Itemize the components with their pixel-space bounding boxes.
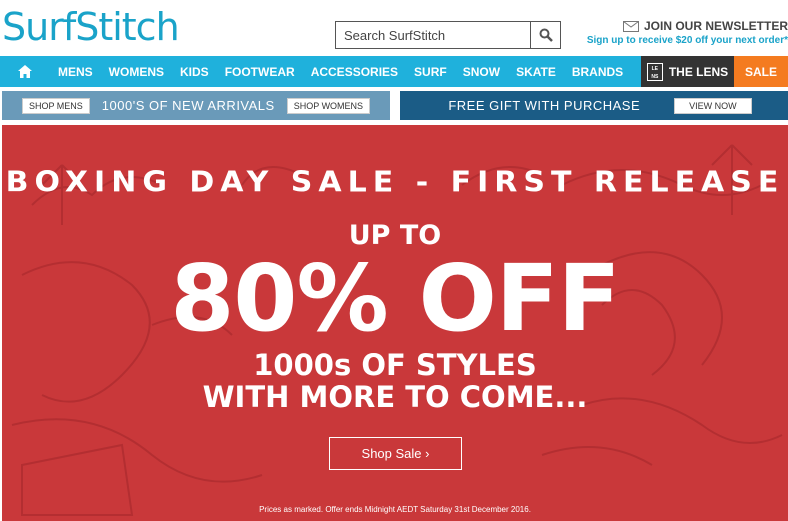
- nav-item-snow[interactable]: SNOW: [455, 56, 508, 87]
- nav-item-mens[interactable]: MENS: [50, 56, 101, 87]
- nav-item-footwear[interactable]: FOOTWEAR: [217, 56, 303, 87]
- home-icon: [18, 65, 32, 78]
- search-input[interactable]: [336, 22, 530, 48]
- free-gift-text: FREE GIFT WITH PURCHASE: [448, 98, 641, 113]
- free-gift-bar: FREE GIFT WITH PURCHASE VIEW NOW: [400, 91, 788, 120]
- shop-mens-button[interactable]: SHOP MENS: [21, 97, 90, 114]
- envelope-icon: [622, 20, 639, 32]
- newsletter-signup[interactable]: JOIN OUR NEWSLETTER Sign up to receive $…: [587, 19, 788, 46]
- view-now-button[interactable]: VIEW NOW: [674, 97, 752, 114]
- newsletter-subtitle: Sign up to receive $20 off your next ord…: [586, 35, 788, 46]
- nav-item-the-lens[interactable]: LE NS THE LENS: [641, 56, 734, 87]
- hero-styles: 1000s OF STYLES WITH MORE TO COME...: [2, 349, 788, 413]
- shop-womens-button[interactable]: SHOP WOMENS: [286, 97, 371, 114]
- lens-label: THE LENS: [668, 64, 729, 79]
- search-box: [335, 21, 561, 49]
- nav-item-sale[interactable]: SALE: [734, 56, 788, 87]
- hero-line-1: 1000s OF STYLES: [253, 348, 537, 382]
- search-button[interactable]: [530, 22, 560, 48]
- surfstitch-logo[interactable]: SurfStitch: [2, 8, 180, 46]
- hero-line-2: WITH MORE TO COME...: [202, 380, 588, 414]
- boxing-day-hero-banner[interactable]: BOXING DAY SALE - FIRST RELEASE UP TO 80…: [2, 125, 788, 521]
- new-arrivals-text: 1000'S OF NEW ARRIVALS: [101, 98, 275, 113]
- main-nav: MENS WOMENS KIDS FOOTWEAR ACCESSORIES SU…: [0, 56, 788, 87]
- nav-item-womens[interactable]: WOMENS: [101, 56, 172, 87]
- nav-item-skate[interactable]: SKATE: [508, 56, 564, 87]
- nav-item-kids[interactable]: KIDS: [172, 56, 217, 87]
- newsletter-title: JOIN OUR NEWSLETTER: [643, 19, 788, 33]
- hero-discount: 80% OFF: [170, 245, 620, 352]
- lens-logo-icon: LE NS: [646, 62, 663, 81]
- hero-title: BOXING DAY SALE - FIRST RELEASE: [5, 165, 785, 200]
- search-icon: [539, 28, 553, 42]
- nav-item-surf[interactable]: SURF: [406, 56, 455, 87]
- nav-item-brands[interactable]: BRANDS: [564, 56, 631, 87]
- home-button[interactable]: [0, 56, 50, 87]
- fine-print: Prices as marked. Offer ends Midnight AE…: [259, 505, 531, 514]
- nav-item-accessories[interactable]: ACCESSORIES: [303, 56, 406, 87]
- new-arrivals-bar: SHOP MENS 1000'S OF NEW ARRIVALS SHOP WO…: [2, 91, 390, 120]
- shop-sale-button[interactable]: Shop Sale ›: [329, 437, 462, 470]
